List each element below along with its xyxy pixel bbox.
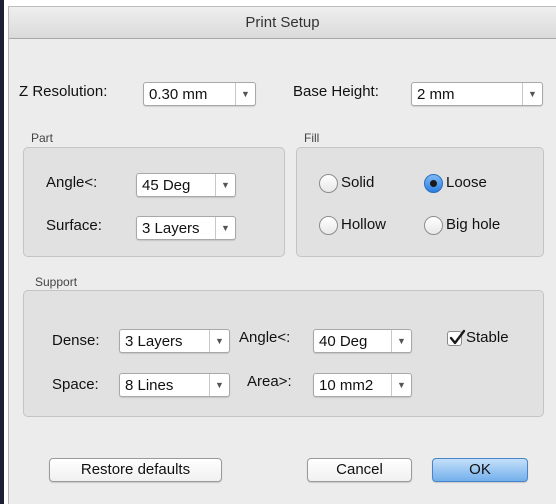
radio-button-icon xyxy=(319,216,338,235)
part-surface-value: 3 Layers xyxy=(142,220,200,237)
fill-radio-big-hole[interactable]: Big hole xyxy=(424,215,524,237)
cancel-button[interactable]: Cancel xyxy=(307,458,412,482)
base-height-value: 2 mm xyxy=(417,86,455,103)
part-angle-label: Angle<: xyxy=(46,174,98,191)
chevron-down-icon: ▼ xyxy=(209,330,229,352)
base-height-popup[interactable]: 2 mm ▼ xyxy=(411,82,543,106)
chevron-down-icon: ▼ xyxy=(391,330,411,352)
fill-radio-hollow-label: Hollow xyxy=(341,216,387,233)
support-space-popup[interactable]: 8 Lines ▼ xyxy=(119,373,230,397)
support-group: Dense: 3 Layers ▼ Angle<: 40 Deg ▼ Stabl… xyxy=(23,290,544,417)
z-resolution-label: Z Resolution: xyxy=(19,83,108,100)
radio-button-selected-icon xyxy=(424,174,443,193)
support-area-value: 10 mm2 xyxy=(319,377,374,394)
fill-group-title: Fill xyxy=(304,131,320,145)
part-group-title: Part xyxy=(31,131,54,145)
chevron-down-icon: ▼ xyxy=(215,174,235,196)
support-space-value: 8 Lines xyxy=(125,377,174,394)
title-bar[interactable]: Print Setup xyxy=(9,7,556,39)
support-area-popup[interactable]: 10 mm2 ▼ xyxy=(313,373,412,397)
part-angle-value: 45 Deg xyxy=(142,177,191,194)
support-angle-popup[interactable]: 40 Deg ▼ xyxy=(313,329,412,353)
fill-radio-big-hole-label: Big hole xyxy=(446,216,501,233)
chevron-down-icon: ▼ xyxy=(215,217,235,239)
support-angle-value: 40 Deg xyxy=(319,333,368,350)
chevron-down-icon: ▼ xyxy=(522,83,542,105)
support-area-label: Area>: xyxy=(247,373,292,390)
chevron-down-icon: ▼ xyxy=(235,83,255,105)
z-resolution-value: 0.30 mm xyxy=(149,86,208,103)
checkmark-icon xyxy=(449,329,466,345)
chevron-down-icon: ▼ xyxy=(391,374,411,396)
chevron-down-icon: ▼ xyxy=(209,374,229,396)
support-stable-checkbox[interactable] xyxy=(447,329,466,346)
support-dense-value: 3 Layers xyxy=(125,333,183,350)
support-angle-label: Angle<: xyxy=(239,329,291,346)
restore-defaults-button[interactable]: Restore defaults xyxy=(49,458,222,482)
support-stable-label: Stable xyxy=(466,329,509,346)
radio-button-icon xyxy=(424,216,443,235)
z-resolution-popup[interactable]: 0.30 mm ▼ xyxy=(143,82,256,106)
fill-radio-solid-label: Solid xyxy=(341,174,375,191)
base-height-label: Base Height: xyxy=(293,83,379,100)
fill-radio-solid[interactable]: Solid xyxy=(319,173,399,195)
fill-radio-loose[interactable]: Loose xyxy=(424,173,504,195)
window-frame-edge xyxy=(0,0,4,504)
fill-group: Solid Loose Hollow Big hole xyxy=(296,147,544,257)
part-group: Angle<: 45 Deg ▼ Surface: 3 Layers ▼ xyxy=(23,147,285,257)
support-dense-popup[interactable]: 3 Layers ▼ xyxy=(119,329,230,353)
ok-button[interactable]: OK xyxy=(432,458,528,482)
fill-radio-hollow[interactable]: Hollow xyxy=(319,215,409,237)
radio-button-icon xyxy=(319,174,338,193)
support-space-label: Space: xyxy=(52,376,99,393)
support-dense-label: Dense: xyxy=(52,332,100,349)
part-angle-popup[interactable]: 45 Deg ▼ xyxy=(136,173,236,197)
window-title: Print Setup xyxy=(245,14,320,31)
support-group-title: Support xyxy=(35,275,78,289)
part-surface-label: Surface: xyxy=(46,217,102,234)
print-setup-dialog: Print Setup Z Resolution: 0.30 mm ▼ Base… xyxy=(8,6,556,504)
fill-radio-loose-label: Loose xyxy=(446,174,487,191)
part-surface-popup[interactable]: 3 Layers ▼ xyxy=(136,216,236,240)
